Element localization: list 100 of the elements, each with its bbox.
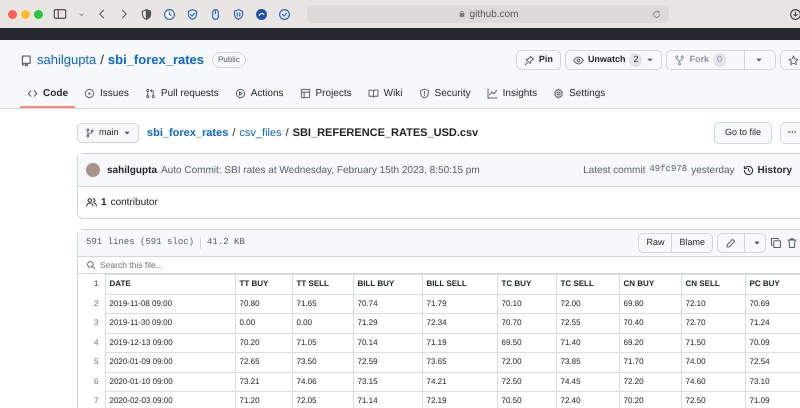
table-cell: 73.15 [353, 372, 422, 392]
column-header: TC SELL [556, 274, 619, 294]
nav-tab[interactable]: Actions [228, 80, 291, 108]
latest-commit-label: Latest commit [583, 164, 646, 178]
table-cell: 72.34 [422, 314, 497, 333]
edit-button[interactable] [717, 233, 766, 253]
history-link[interactable]: History [742, 162, 792, 178]
contributor-label[interactable]: contributor [110, 195, 158, 210]
repo-link[interactable]: sbi_forex_rates [108, 50, 204, 70]
clock-badge-icon[interactable] [163, 8, 176, 20]
shield-half-icon[interactable] [140, 8, 153, 20]
nav-tab[interactable]: Pull requests [138, 80, 226, 108]
search-field[interactable]: Search this file... [100, 258, 792, 272]
table-cell: 2019-12-13 09:00 [105, 333, 235, 352]
blame-button[interactable]: Blame [672, 233, 713, 253]
table-cell: 71.19 [422, 333, 497, 352]
nav-tab[interactable]: Insights [480, 80, 544, 108]
issue-icon [84, 88, 95, 98]
table-cell: 72.50 [497, 372, 556, 392]
pull-request-icon [144, 88, 156, 98]
pin-label: Pin [538, 53, 553, 66]
mouse-icon[interactable] [209, 8, 222, 20]
nav-tab[interactable]: Issues [77, 80, 136, 108]
tab-label: Insights [502, 86, 538, 100]
line-number: 6 [78, 372, 105, 392]
star-icon [788, 54, 799, 66]
pencil-icon [725, 238, 736, 248]
shield-icon [418, 88, 430, 98]
table-cell: 2020-01-09 09:00 [105, 352, 235, 372]
nav-tab[interactable]: Security [412, 80, 478, 108]
pin-button[interactable]: Pin [516, 50, 561, 70]
table-cell: 70.14 [353, 333, 422, 352]
shield-check-icon[interactable] [186, 8, 199, 20]
table-cell: 70.70 [497, 314, 556, 333]
count-label: 0 [712, 53, 726, 67]
nav-tab[interactable]: Projects [292, 80, 359, 108]
table-cell: 70.20 [235, 333, 292, 352]
table-cell: 2019-11-08 09:00 [105, 294, 235, 314]
address-bar[interactable]: github.com [307, 5, 669, 23]
table-cell: 72.10 [681, 294, 745, 314]
commit-author[interactable]: sahilgupta [107, 162, 158, 178]
more-button[interactable]: ··· [780, 122, 800, 144]
table-cell: 72.20 [619, 372, 681, 392]
line-number: 1 [78, 274, 105, 294]
download-icon[interactable] [789, 8, 800, 20]
file-size: 41.2 KB [207, 236, 245, 250]
column-header: CN BUY [619, 274, 681, 294]
check-circle-icon[interactable] [278, 8, 291, 20]
table-cell: 72.00 [556, 294, 619, 314]
shield-pause-icon[interactable] [232, 8, 245, 20]
line-number: 4 [78, 333, 105, 352]
history-icon [742, 164, 754, 176]
commit-hash[interactable]: 49fc978 [649, 163, 688, 177]
go-to-file-button[interactable]: Go to file [714, 122, 772, 144]
table-icon [300, 88, 311, 98]
path-separator: / [286, 126, 289, 141]
path-separator: / [232, 126, 236, 141]
file-name: SBI_REFERENCE_RATES_USD.csv [292, 126, 478, 141]
tab-label: Actions [250, 86, 284, 100]
raw-button[interactable]: Raw [638, 233, 672, 253]
visibility-label: Public [212, 52, 246, 68]
lock-icon [458, 10, 466, 18]
sidebar-icon[interactable] [53, 7, 67, 21]
table-cell: 2020-01-10 09:00 [105, 372, 235, 392]
branch-label: main [99, 126, 119, 140]
address-text: github.com [470, 8, 518, 22]
table-cell: 71.40 [556, 333, 619, 352]
table-cell: 71.79 [422, 294, 497, 314]
nav-tab[interactable]: Settings [546, 80, 612, 108]
people-icon [86, 197, 97, 208]
code-icon [27, 88, 38, 98]
table-cell: 71.05 [292, 333, 353, 352]
table-cell: 74.60 [681, 372, 745, 392]
reload-icon[interactable] [652, 10, 661, 18]
owner-link[interactable]: sahilgupta [37, 50, 96, 70]
path-link[interactable]: sbi_forex_rates [147, 124, 228, 142]
column-header: BILL BUY [353, 274, 422, 294]
tab-label: Issues [100, 86, 129, 100]
gear-icon [553, 88, 564, 98]
nav-tab[interactable]: Wiki [360, 80, 410, 108]
branch-icon [85, 128, 95, 138]
path-link[interactable]: csv_files [239, 124, 282, 142]
copy-icon [770, 236, 782, 249]
table-cell: 72.70 [681, 314, 745, 333]
table-cell: 74.45 [556, 372, 619, 392]
history-label: History [758, 164, 792, 178]
column-header: DATE [105, 274, 235, 294]
watch-button[interactable]: Unwatch 2 [564, 50, 662, 70]
table-cell: 74.06 [292, 372, 353, 392]
branch-button[interactable]: main [77, 123, 139, 143]
pin-icon [524, 54, 535, 66]
column-header: TT BUY [235, 274, 292, 294]
nav-tab[interactable]: Code [20, 80, 75, 108]
watch-icon [572, 54, 584, 66]
table-cell: 0.00 [292, 314, 353, 333]
line-number: 5 [78, 352, 105, 372]
table-cell: 0.00 [235, 314, 292, 333]
table-cell: 70.74 [353, 294, 422, 314]
table-cell: 73.65 [422, 352, 497, 372]
search-icon [86, 260, 96, 270]
